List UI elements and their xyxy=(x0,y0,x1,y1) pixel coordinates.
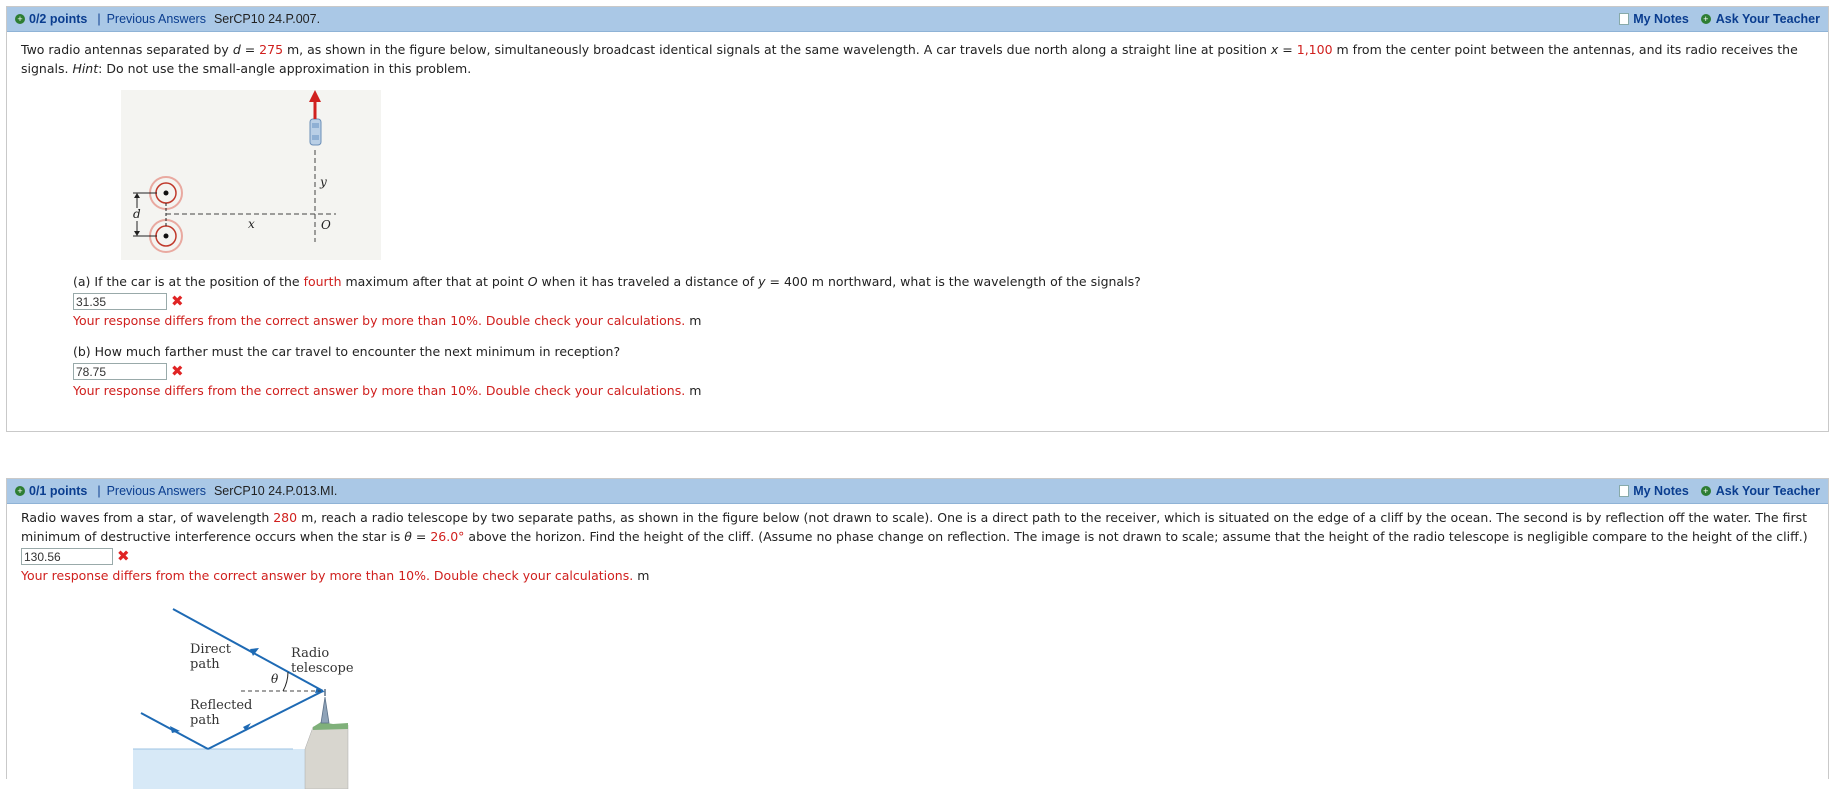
d-value: 275 xyxy=(259,42,284,57)
question-2-header: + 0/1 points | Previous Answers SerCP10 … xyxy=(7,479,1828,504)
ask-teacher-plus-icon[interactable]: + xyxy=(1700,486,1711,496)
q1-text-a: Two radio antennas separated by xyxy=(21,42,233,57)
previous-answers-link[interactable]: Previous Answers xyxy=(107,484,206,498)
expand-plus-icon[interactable]: + xyxy=(15,486,25,496)
points-link[interactable]: 0/2 points xyxy=(29,12,87,26)
header-separator: | xyxy=(97,484,101,498)
label-direct-1: Direct xyxy=(190,642,232,657)
notes-icon[interactable] xyxy=(1619,13,1630,25)
part-b-question: (b) How much farther must the car travel… xyxy=(73,344,621,359)
question-1-body: Two radio antennas separated by d = 275 … xyxy=(7,32,1828,400)
q2-feedback: Your response differs from the correct a… xyxy=(21,568,634,583)
q1-eq-2: = xyxy=(1278,42,1297,57)
antenna-diagram: d x y O xyxy=(133,90,336,253)
radio-telescope-figure: θ Direct path Radio telescope Reflected … xyxy=(133,599,363,790)
label-d: d xyxy=(133,207,141,221)
y-variable: y xyxy=(758,274,766,289)
part-a: (a) If the car is at the position of the… xyxy=(73,272,1814,330)
wavelength-value: 280 xyxy=(273,510,298,525)
ask-teacher-plus-icon[interactable]: + xyxy=(1700,14,1711,24)
notes-icon[interactable] xyxy=(1619,485,1630,497)
theta-value: 26.0° xyxy=(430,529,465,544)
part-a-q-red: fourth xyxy=(303,274,342,289)
top-antenna-icon xyxy=(163,190,169,196)
part-a-question: (a) If the car is at the position of the… xyxy=(73,272,1814,291)
part-b-feedback: Your response differs from the correct a… xyxy=(73,383,686,398)
incorrect-x-icon: ✖ xyxy=(171,292,184,310)
ask-teacher-link[interactable]: Ask Your Teacher xyxy=(1716,484,1820,498)
incorrect-x-icon: ✖ xyxy=(171,362,184,380)
question-1-header: + 0/2 points | Previous Answers SerCP10 … xyxy=(7,7,1828,32)
part-b-answer-input[interactable] xyxy=(73,363,167,380)
points-link[interactable]: 0/1 points xyxy=(29,484,87,498)
previous-answers-link[interactable]: Previous Answers xyxy=(107,12,206,26)
q2-text-c: above the horizon. Find the height of th… xyxy=(464,529,1808,544)
q1-text-d: : Do not use the small-angle approximati… xyxy=(98,61,472,76)
part-a-answer-input[interactable] xyxy=(73,293,167,310)
part-a-feedback: Your response differs from the correct a… xyxy=(73,313,686,328)
q1-eq-1: = xyxy=(240,42,260,57)
label-direct-2: path xyxy=(190,657,220,672)
q2-text-a: Radio waves from a star, of wavelength xyxy=(21,510,274,525)
radio-telescope-diagram: θ Direct path Radio telescope Reflected … xyxy=(133,608,354,790)
radio-telescope-icon xyxy=(320,696,330,724)
label-theta: θ xyxy=(271,672,279,686)
label-radio-2: telescope xyxy=(291,661,354,676)
label-reflected-1: Reflected xyxy=(190,698,252,713)
hint-label: Hint xyxy=(72,61,99,76)
expand-plus-icon[interactable]: + xyxy=(15,14,25,24)
my-notes-link[interactable]: My Notes xyxy=(1633,12,1689,26)
question-1-panel: + 0/2 points | Previous Answers SerCP10 … xyxy=(6,6,1829,432)
q2-answer-input[interactable] xyxy=(21,548,113,565)
question-2-body: Radio waves from a star, of wavelength 2… xyxy=(7,504,1828,790)
label-reflected-2: path xyxy=(190,713,220,728)
question-1-text: Two radio antennas separated by d = 275 … xyxy=(21,40,1814,78)
incorrect-x-icon: ✖ xyxy=(117,547,130,565)
o-variable: O xyxy=(527,274,538,289)
label-y: y xyxy=(319,175,327,189)
part-b-unit: m xyxy=(689,383,702,398)
bottom-antenna-icon xyxy=(163,233,169,239)
part-a-unit: m xyxy=(689,313,702,328)
my-notes-link[interactable]: My Notes xyxy=(1633,484,1689,498)
part-a-q-mid: maximum after that at point xyxy=(341,274,528,289)
theta-arc xyxy=(282,671,289,692)
question-code: SerCP10 24.P.013.MI. xyxy=(213,484,338,498)
question-2-text: Radio waves from a star, of wavelength 2… xyxy=(21,508,1814,546)
q1-text-b: m, as shown in the figure below, simulta… xyxy=(283,42,1271,57)
label-x: x xyxy=(248,217,255,231)
label-radio-1: Radio xyxy=(291,646,329,661)
cliff-grass xyxy=(313,722,348,730)
part-b: (b) How much farther must the car travel… xyxy=(73,342,1814,400)
cliff xyxy=(304,724,349,790)
question-2-panel: + 0/1 points | Previous Answers SerCP10 … xyxy=(6,478,1829,790)
q2-eq: = xyxy=(411,529,431,544)
part-a-q-start: (a) If the car is at the position of the xyxy=(73,274,304,289)
car-icon xyxy=(309,118,322,146)
theta-variable: θ xyxy=(404,529,412,544)
question-code: SerCP10 24.P.007. xyxy=(213,12,321,26)
x-value: 1,100 xyxy=(1296,42,1333,57)
q2-unit: m xyxy=(637,568,650,583)
part-a-q-mid2: when it has traveled a distance of xyxy=(537,274,759,289)
part-a-q-end: = 400 m northward, what is the wavelengt… xyxy=(765,274,1141,289)
antenna-figure: d x y O xyxy=(121,90,381,260)
ask-teacher-link[interactable]: Ask Your Teacher xyxy=(1716,12,1820,26)
d-variable: d xyxy=(232,42,241,57)
label-o: O xyxy=(321,218,331,232)
header-separator: | xyxy=(97,12,101,26)
